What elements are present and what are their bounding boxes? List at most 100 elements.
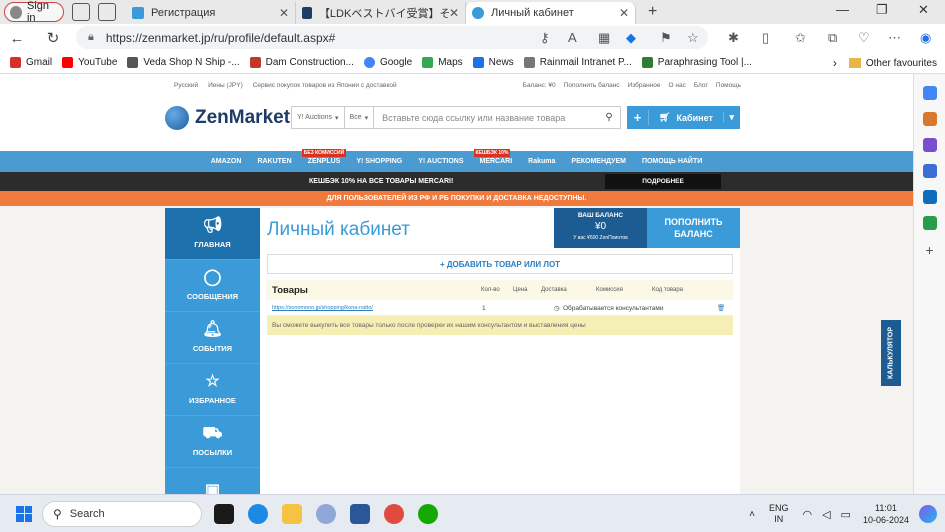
chevron-up-icon[interactable]: ˄: [749, 509, 755, 520]
category-select[interactable]: Все ▾: [345, 107, 375, 128]
add-item-button[interactable]: + ДОБАВИТЬ ТОВАР ИЛИ ЛОТ: [267, 254, 733, 274]
topup-link[interactable]: Пополнить баланс: [564, 82, 620, 89]
windows-start-icon[interactable]: [16, 505, 32, 522]
favorites-icon[interactable]: ✩: [795, 30, 806, 46]
topup-button[interactable]: ПОПОЛНИТЬ БАЛАНС: [647, 208, 740, 248]
taskbar-search[interactable]: ⚲ Search: [42, 500, 202, 527]
menu-rakuma[interactable]: Rakuma: [520, 158, 563, 165]
search-sidebar-icon[interactable]: [922, 86, 937, 100]
key-icon[interactable]: ⚷: [540, 30, 550, 46]
split-screen-icon[interactable]: ▯: [762, 30, 769, 46]
bookmark-paraphrasing[interactable]: Paraphrasing Tool |...: [641, 57, 752, 68]
menu-mercari[interactable]: КЕШБЭК 10% MERCARI: [472, 149, 521, 165]
calculator-tab[interactable]: КАЛЬКУЛЯТОР: [881, 320, 901, 386]
bookmark-veda[interactable]: Veda Shop N Ship -...: [127, 57, 240, 68]
drop-icon[interactable]: [922, 216, 937, 230]
nav-home[interactable]: 📢︎ ГЛАВНАЯ: [165, 208, 260, 260]
blog-link[interactable]: Блог: [694, 82, 708, 89]
refresh-icon[interactable]: ↻: [42, 29, 64, 47]
workspaces-icon[interactable]: [72, 3, 90, 21]
bookmark-youtube[interactable]: YouTube: [62, 57, 117, 68]
bookmark-google[interactable]: Google: [363, 57, 412, 68]
nav-wallet[interactable]: ▣: [165, 468, 260, 494]
menu-yshopping[interactable]: Y! SHOPPING: [348, 158, 410, 165]
extensions-icon[interactable]: ✱: [728, 30, 739, 46]
wifi-icon[interactable]: ◠: [802, 508, 812, 521]
zenmarket-logo[interactable]: ZenMarket: [165, 106, 290, 130]
close-tab-icon[interactable]: ✕: [279, 6, 289, 20]
minimize-icon[interactable]: —: [836, 2, 849, 17]
search-icon[interactable]: ⚲: [598, 112, 620, 123]
nav-parcels[interactable]: ⛟ ПОСЫЛКИ: [165, 416, 260, 468]
menu-recommended[interactable]: РЕКОМЕНДУЕМ: [563, 158, 634, 165]
coupon-icon[interactable]: ◆: [626, 30, 636, 46]
file-explorer-icon[interactable]: [282, 503, 302, 524]
close-window-icon[interactable]: ✕: [918, 2, 929, 18]
nav-favorites[interactable]: ☆ ИЗБРАННОЕ: [165, 364, 260, 416]
menu-zenplus[interactable]: БЕЗ КОМИССИЙ ZENPLUS: [300, 149, 349, 165]
back-icon[interactable]: ←: [6, 30, 28, 47]
tab-actions-icon[interactable]: [98, 3, 116, 21]
nav-messages[interactable]: ◯ СООБЩЕНИЯ: [165, 260, 260, 312]
maximize-icon[interactable]: ❐: [876, 2, 888, 18]
item-link[interactable]: https://sonomono.jp/shopping/kona-natto/: [272, 305, 373, 311]
battery-icon[interactable]: ▭: [841, 508, 851, 521]
app-available-icon[interactable]: ▦: [598, 30, 610, 46]
word-app-icon[interactable]: [350, 503, 370, 524]
language-select[interactable]: Русский: [174, 82, 198, 89]
more-button[interactable]: ПОДРОБНЕЕ: [605, 174, 721, 189]
bookmark-maps[interactable]: Maps: [422, 57, 463, 68]
shopping-icon[interactable]: [922, 112, 937, 126]
read-aloud-icon[interactable]: A: [568, 30, 577, 45]
close-tab-icon[interactable]: ✕: [449, 6, 459, 20]
tab-ldk[interactable]: 【LDKベストバイ受賞】そのもの「こな ✕: [296, 2, 466, 24]
nav-events[interactable]: 🔔︎ СОБЫТИЯ: [165, 312, 260, 364]
bookmark-rainmail[interactable]: Rainmail Intranet P...: [523, 57, 632, 68]
upwork-app-icon[interactable]: [418, 503, 438, 524]
task-view-icon[interactable]: [214, 503, 234, 524]
menu-amazon[interactable]: AMAZON: [203, 158, 250, 165]
currency-select[interactable]: Иены (JPY): [208, 82, 243, 89]
favorite-star-icon[interactable]: ☆: [687, 30, 699, 46]
bookmark-news[interactable]: News: [472, 57, 514, 68]
source-select[interactable]: Y! Auctions ▾: [292, 107, 345, 128]
favorites-link[interactable]: Избранное: [628, 82, 661, 89]
close-tab-icon[interactable]: ✕: [619, 6, 629, 20]
bookmark-gmail[interactable]: Gmail: [10, 57, 52, 68]
about-link[interactable]: О нас: [669, 82, 686, 89]
url-input[interactable]: 🔒︎ https://zenmarket.jp/ru/profile/defau…: [76, 26, 708, 49]
balance-link[interactable]: Баланс: ¥0: [523, 82, 556, 89]
search-input[interactable]: Вставьте сюда ссылку или название товара: [382, 113, 598, 123]
outlook-icon[interactable]: [922, 190, 937, 204]
volume-icon[interactable]: ◁: [822, 508, 830, 521]
bookmark-dam[interactable]: Dam Construction...: [249, 57, 354, 68]
clock[interactable]: 11:01 10-06-2024: [863, 502, 909, 526]
plus-icon[interactable]: +: [627, 110, 649, 125]
menu-help-find[interactable]: ПОМОЩЬ НАЙТИ: [634, 158, 710, 165]
tab-registration[interactable]: Регистрация ✕: [126, 2, 296, 24]
copilot-icon[interactable]: ◉: [920, 30, 931, 46]
cabinet-button[interactable]: + 🛒︎ Кабинет ▾: [627, 106, 740, 129]
tab-cabinet[interactable]: Личный кабинет ✕: [466, 2, 636, 24]
help-link[interactable]: Помощь: [716, 82, 741, 89]
menu-rakuten[interactable]: RAKUTEN: [249, 158, 299, 165]
extension-icon[interactable]: ⚑: [660, 30, 672, 46]
copilot-taskbar-icon[interactable]: [919, 505, 937, 523]
new-tab-icon[interactable]: +: [648, 3, 657, 21]
more-icon[interactable]: ⋯: [888, 30, 901, 46]
heart-icon[interactable]: ♡: [858, 30, 870, 46]
chevron-down-icon[interactable]: ▾: [723, 112, 734, 123]
games-icon[interactable]: [922, 164, 937, 178]
language-indicator[interactable]: ENG IN: [769, 503, 789, 525]
edge-app-icon[interactable]: [248, 503, 268, 524]
other-favourites[interactable]: › Other favourites: [833, 56, 937, 70]
tools-icon[interactable]: [922, 138, 937, 152]
collections-icon[interactable]: ⧉: [828, 30, 837, 46]
menu-yauctions[interactable]: Y! AUCTIONS: [410, 158, 471, 165]
trash-icon[interactable]: 🗑︎: [717, 304, 725, 312]
add-sidebar-icon[interactable]: +: [914, 242, 945, 258]
chevron-right-icon[interactable]: ›: [833, 56, 837, 70]
sign-in-button[interactable]: Sign in: [4, 0, 64, 24]
r-app-icon[interactable]: [316, 503, 336, 524]
chrome-app-icon[interactable]: [384, 503, 404, 524]
